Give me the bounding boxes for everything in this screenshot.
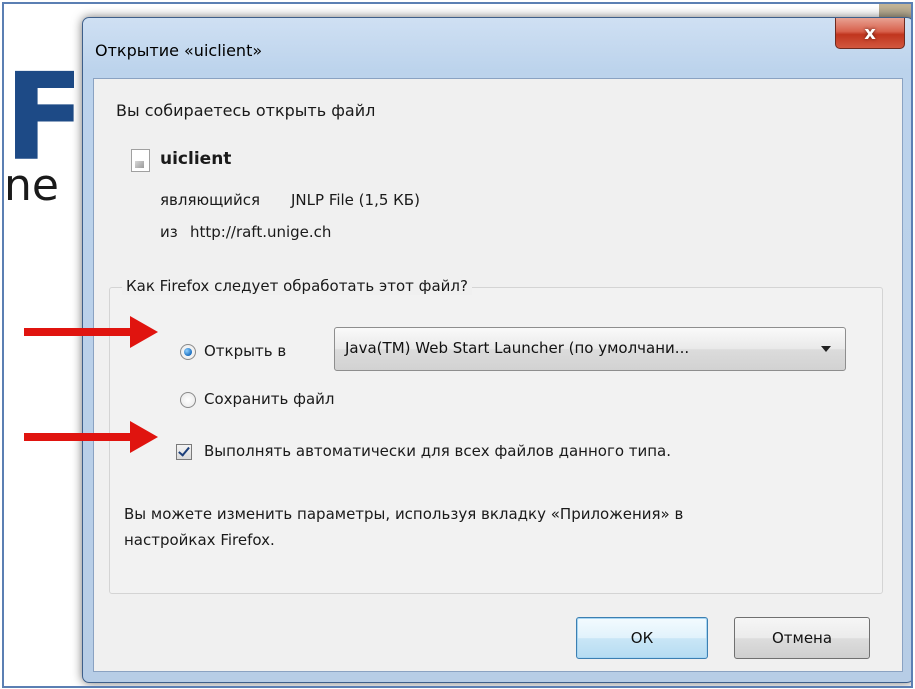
auto-action-label[interactable]: Выполнять автоматически для всех файлов … (204, 442, 671, 460)
dialog-titlebar[interactable]: Открытие «uiclient» x (83, 18, 911, 82)
save-file-radio[interactable] (180, 392, 196, 408)
cancel-button[interactable]: Отмена (734, 617, 870, 659)
background-logo-glyph: F (4, 59, 74, 179)
application-select[interactable]: Java(TM) Web Start Launcher (по умолчани… (334, 327, 846, 371)
action-question: Как Firefox следует обработать этот файл… (122, 277, 472, 295)
close-icon: x (864, 22, 876, 44)
open-with-label[interactable]: Открыть в (204, 342, 286, 360)
annotation-arrow-open-with (24, 316, 158, 348)
chevron-down-icon (821, 346, 831, 352)
hint-text-line-1: Вы можете изменить параметры, используя … (124, 505, 684, 523)
file-source-url: http://raft.unige.ch (190, 223, 332, 241)
dialog-content: Вы собираетесь открыть файл uiclient явл… (93, 78, 903, 672)
save-file-label[interactable]: Сохранить файл (204, 390, 335, 408)
close-button[interactable]: x (835, 18, 905, 49)
intro-text: Вы собираетесь открыть файл (116, 101, 376, 120)
open-with-radio[interactable] (180, 344, 196, 360)
dialog-title: Открытие «uiclient» (95, 41, 263, 60)
file-icon (131, 149, 150, 172)
auto-action-checkbox[interactable] (176, 444, 192, 460)
background-logo: F (4, 59, 74, 179)
file-name: uiclient (160, 149, 232, 169)
ok-button[interactable]: ОК (576, 617, 708, 659)
application-select-value: Java(TM) Web Start Launcher (по умолчани… (345, 339, 690, 357)
hint-text-line-2: настройках Firefox. (124, 531, 275, 549)
open-file-dialog: Открытие «uiclient» x Вы собираетесь отк… (82, 17, 911, 683)
annotation-arrow-auto-action (24, 421, 158, 453)
background-text-fragment: ne (4, 164, 59, 208)
screenshot-frame: F ne Открытие «uiclient» x Вы собираетес… (2, 2, 913, 688)
file-type-label: являющийся (160, 191, 260, 209)
file-type-value: JNLP File (1,5 КБ) (291, 191, 420, 209)
file-source-label: из (160, 223, 178, 241)
